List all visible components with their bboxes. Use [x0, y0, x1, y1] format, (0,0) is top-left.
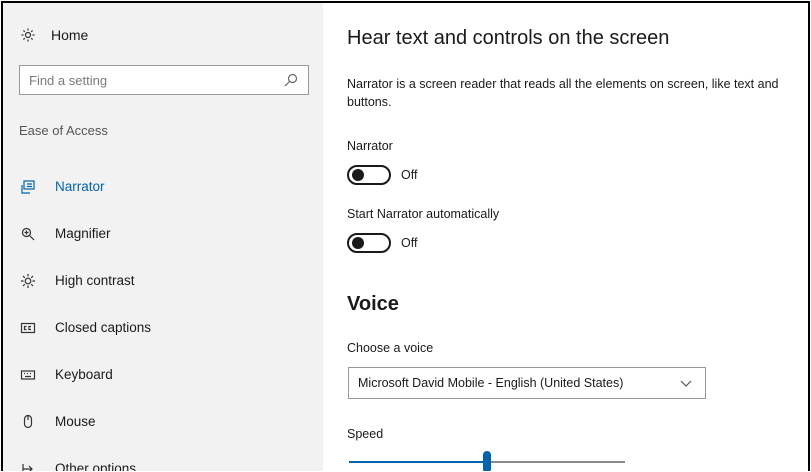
choose-voice-label: Choose a voice: [347, 341, 434, 355]
narrator-icon: [19, 178, 37, 196]
narrator-toggle-state: Off: [401, 168, 418, 182]
start-auto-toggle-row: Off: [347, 233, 417, 253]
sidebar: Home Ease of Access Narrator: [3, 3, 323, 471]
start-auto-toggle-state: Off: [401, 236, 418, 250]
voice-select-value: Microsoft David Mobile - English (United…: [358, 376, 624, 390]
narrator-toggle[interactable]: [347, 165, 391, 185]
speed-slider-fill: [349, 461, 483, 463]
sidebar-item-label: Other options: [55, 461, 137, 471]
gear-icon: [19, 26, 37, 44]
sidebar-item-magnifier[interactable]: Magnifier: [19, 210, 309, 257]
section-title: Ease of Access: [19, 123, 108, 138]
start-auto-toggle-label: Start Narrator automatically: [347, 207, 500, 221]
start-auto-toggle[interactable]: [347, 233, 391, 253]
other-options-icon: [19, 460, 37, 471]
sidebar-item-label: High contrast: [55, 273, 135, 288]
sidebar-item-label: Mouse: [55, 414, 96, 429]
sidebar-item-label: Keyboard: [55, 367, 113, 382]
toggle-knob: [352, 237, 364, 249]
closed-captions-icon: [19, 319, 37, 337]
speed-slider-thumb[interactable]: [483, 451, 491, 471]
search-input[interactable]: [29, 72, 279, 88]
home-link[interactable]: Home: [19, 21, 88, 49]
mouse-icon: [19, 413, 37, 431]
sidebar-item-mouse[interactable]: Mouse: [19, 398, 309, 445]
toggle-knob: [352, 169, 364, 181]
sidebar-item-narrator[interactable]: Narrator: [19, 163, 309, 210]
voice-heading: Voice: [347, 293, 399, 315]
chevron-down-icon: [677, 374, 695, 392]
sidebar-item-label: Magnifier: [55, 226, 111, 241]
sidebar-item-other-options[interactable]: Other options: [19, 445, 309, 471]
home-label: Home: [51, 27, 89, 43]
keyboard-icon: [19, 366, 37, 384]
page-description: Narrator is a screen reader that reads a…: [347, 77, 779, 109]
sidebar-item-high-contrast[interactable]: High contrast: [19, 257, 309, 304]
voice-select[interactable]: Microsoft David Mobile - English (United…: [348, 367, 706, 399]
high-contrast-icon: [19, 272, 37, 290]
settings-window: Home Ease of Access Narrator: [1, 1, 810, 471]
speed-label: Speed: [347, 427, 384, 441]
speed-slider[interactable]: [349, 449, 625, 471]
sidebar-item-label: Narrator: [55, 179, 105, 194]
speed-slider-track: [491, 461, 625, 463]
sidebar-item-label: Closed captions: [55, 320, 152, 335]
narrator-toggle-label: Narrator: [347, 139, 393, 153]
search-icon[interactable]: [282, 71, 300, 89]
search-box[interactable]: [19, 65, 309, 95]
page-title: Hear text and controls on the screen: [347, 27, 670, 49]
narrator-toggle-row: Off: [347, 165, 417, 185]
sidebar-item-closed-captions[interactable]: Closed captions: [19, 304, 309, 351]
main-content: Hear text and controls on the screen Nar…: [347, 3, 807, 471]
magnifier-icon: [19, 225, 37, 243]
sidebar-item-keyboard[interactable]: Keyboard: [19, 351, 309, 398]
sidebar-nav: Narrator Magnifier High contrast Closed …: [19, 163, 309, 471]
